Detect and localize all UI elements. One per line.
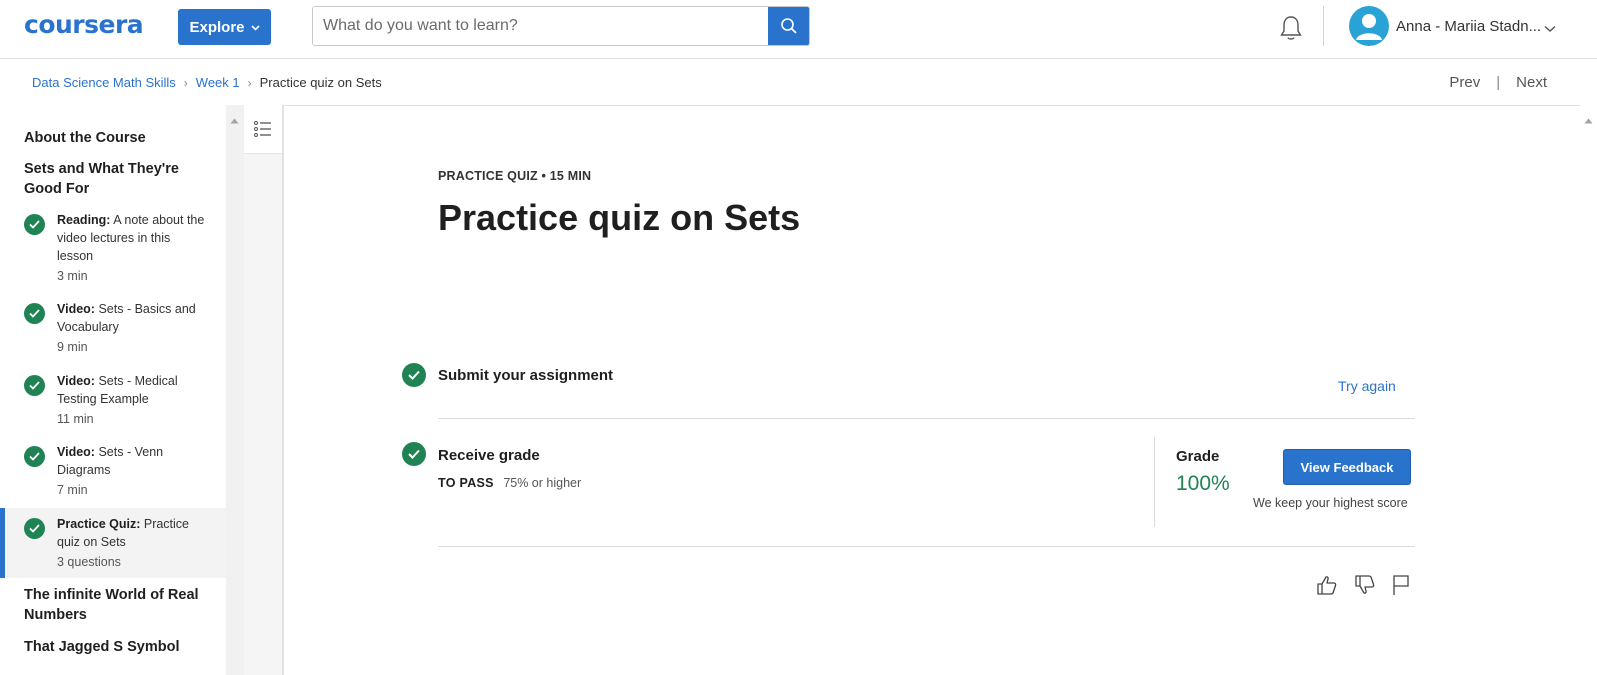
receive-grade-title: Receive grade — [438, 447, 540, 464]
sidebar-item-video[interactable]: Video: Sets - Venn Diagrams 7 min — [0, 443, 226, 505]
prev-next-nav: Prev | Next — [1449, 74, 1547, 91]
breadcrumb: Data Science Math Skills › Week 1 › Prac… — [32, 75, 382, 90]
page-title: Practice quiz on Sets — [438, 197, 801, 238]
to-pass-value: 75% or higher — [503, 476, 582, 490]
quiz-meta: PRACTICE QUIZ • 15 MIN — [438, 169, 592, 183]
item-type: Video: — [57, 445, 95, 459]
sidebar-toggle-column — [244, 105, 284, 675]
chevron-down-icon — [250, 23, 260, 34]
list-icon — [254, 121, 271, 137]
thumbs-down-icon[interactable] — [1354, 574, 1376, 596]
sidebar-item-reading[interactable]: Reading: A note about the video lectures… — [0, 211, 226, 289]
completed-check-icon — [402, 363, 426, 387]
completed-check-icon — [402, 442, 426, 466]
item-type: Practice Quiz: — [57, 517, 141, 531]
breadcrumb-bar: Data Science Math Skills › Week 1 › Prac… — [0, 59, 1597, 106]
user-menu-chevron-icon[interactable] — [1544, 20, 1556, 38]
completed-check-icon — [24, 375, 45, 396]
divider — [438, 546, 1415, 547]
pass-requirement: TO PASS 75% or higher — [438, 476, 581, 490]
search-input[interactable] — [313, 7, 769, 45]
prev-link[interactable]: Prev — [1449, 74, 1480, 91]
avatar[interactable] — [1349, 6, 1389, 46]
chevron-right-icon: › — [183, 75, 188, 90]
view-feedback-button[interactable]: View Feedback — [1283, 449, 1411, 485]
grade-value: 100% — [1176, 472, 1230, 495]
sidebar-section-real-numbers[interactable]: The infinite World of Real Numbers — [24, 585, 209, 625]
search-icon — [780, 18, 797, 34]
divider — [438, 418, 1415, 419]
course-sidebar: About the Course Sets and What They're G… — [0, 105, 226, 675]
coursera-logo[interactable]: coursera — [24, 10, 144, 39]
user-name[interactable]: Anna - Mariia Stadn... — [1396, 18, 1541, 35]
nav-divider: | — [1496, 74, 1501, 91]
item-type: Reading: — [57, 213, 111, 227]
thumbs-up-icon[interactable] — [1316, 574, 1338, 596]
to-pass-label: TO PASS — [438, 476, 494, 490]
completed-check-icon — [24, 214, 45, 235]
explore-button[interactable]: Explore — [178, 9, 271, 45]
explore-label: Explore — [189, 18, 245, 36]
flag-icon[interactable] — [1390, 574, 1412, 596]
page-scrollbar[interactable] — [1580, 105, 1597, 675]
search-bar — [312, 6, 810, 46]
item-duration: 11 min — [57, 412, 94, 426]
header-divider — [1323, 6, 1324, 46]
top-header: coursera Explore Anna - Mariia Stadn... — [0, 0, 1597, 59]
chevron-right-icon: › — [247, 75, 252, 90]
breadcrumb-week-link[interactable]: Week 1 — [196, 75, 240, 90]
completed-check-icon — [24, 446, 45, 467]
completed-check-icon — [24, 303, 45, 324]
sidebar-item-text: Video: Sets - Venn Diagrams 7 min — [57, 443, 207, 499]
item-duration: 7 min — [57, 483, 88, 497]
item-type: Video: — [57, 302, 95, 316]
scroll-up-arrow-icon[interactable] — [1584, 111, 1593, 129]
sidebar-item-text: Practice Quiz: Practice quiz on Sets 3 q… — [57, 515, 207, 571]
scroll-up-arrow-icon[interactable] — [230, 111, 239, 129]
search-button[interactable] — [768, 7, 809, 45]
sidebar-item-video[interactable]: Video: Sets - Medical Testing Example 11… — [0, 372, 226, 434]
highest-score-note: We keep your highest score — [1253, 496, 1408, 510]
completed-check-icon — [24, 518, 45, 539]
sidebar-item-text: Video: Sets - Basics and Vocabulary 9 mi… — [57, 300, 207, 356]
notifications-bell-icon[interactable] — [1278, 14, 1304, 42]
item-question-count: 3 questions — [57, 555, 121, 569]
item-duration: 9 min — [57, 340, 88, 354]
breadcrumb-course-link[interactable]: Data Science Math Skills — [32, 75, 176, 90]
grade-divider — [1154, 437, 1155, 527]
breadcrumb-current: Practice quiz on Sets — [259, 75, 382, 90]
sidebar-section-jagged-s[interactable]: That Jagged S Symbol — [24, 637, 209, 657]
toggle-outline-button[interactable] — [244, 105, 282, 154]
item-duration: 3 min — [57, 269, 88, 283]
sidebar-item-text: Video: Sets - Medical Testing Example 11… — [57, 372, 207, 428]
item-type: Video: — [57, 374, 95, 388]
sidebar-item-practice-quiz[interactable]: Practice Quiz: Practice quiz on Sets 3 q… — [0, 508, 226, 578]
next-link[interactable]: Next — [1516, 74, 1547, 91]
sidebar-item-text: Reading: A note about the video lectures… — [57, 211, 207, 285]
try-again-link[interactable]: Try again — [1338, 378, 1396, 394]
sidebar-item-about[interactable]: About the Course — [24, 128, 209, 148]
sidebar-scrollbar[interactable] — [226, 105, 244, 675]
sidebar-item-video[interactable]: Video: Sets - Basics and Vocabulary 9 mi… — [0, 300, 226, 362]
sidebar-section-title[interactable]: Sets and What They're Good For — [24, 159, 209, 199]
grade-label: Grade — [1176, 448, 1220, 465]
submit-assignment-title: Submit your assignment — [438, 367, 614, 384]
main-content: PRACTICE QUIZ • 15 MIN Practice quiz on … — [286, 105, 1580, 675]
